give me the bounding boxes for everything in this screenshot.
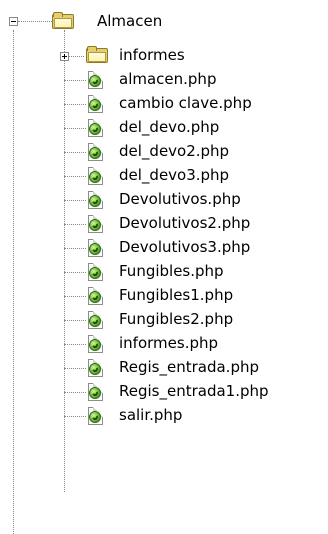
php-file-icon xyxy=(88,287,103,305)
php-file-icon xyxy=(88,311,103,329)
php-file-icon xyxy=(88,239,103,257)
tree-node-label: del_devo.php xyxy=(119,118,220,136)
php-file-icon xyxy=(88,335,103,353)
tree-node-label: Regis_entrada.php xyxy=(119,358,259,376)
tree-node-label: Fungibles2.php xyxy=(119,310,234,328)
tree-node-label: Devolutivos.php xyxy=(119,190,241,208)
php-file-icon xyxy=(88,95,103,113)
tree-node-label: cambio clave.php xyxy=(119,94,252,112)
tree-node-label: Fungibles.php xyxy=(119,262,224,280)
tree-line xyxy=(64,176,86,177)
tree-node-label: Devolutivos3.php xyxy=(119,238,251,256)
tree-line xyxy=(64,200,86,201)
tree-node-label: Devolutivos2.php xyxy=(119,214,251,232)
file-tree: Almacen informes almacen.php cambio clave.… xyxy=(0,0,328,534)
tree-node-label: informes xyxy=(119,46,185,64)
tree-line xyxy=(64,416,86,417)
php-file-icon xyxy=(88,263,103,281)
tree-line xyxy=(18,21,52,22)
tree-line xyxy=(64,344,86,345)
folder-icon xyxy=(86,46,108,64)
tree-line xyxy=(64,392,86,393)
tree-line xyxy=(64,30,65,492)
tree-node-label: almacen.php xyxy=(119,70,217,88)
tree-line xyxy=(64,320,86,321)
collapse-toggle[interactable] xyxy=(9,17,18,26)
tree-line xyxy=(64,128,86,129)
php-file-icon xyxy=(88,167,103,185)
php-file-icon xyxy=(88,215,103,233)
tree-line xyxy=(64,368,86,369)
tree-node-label: Fungibles1.php xyxy=(119,286,234,304)
tree-line xyxy=(64,224,86,225)
tree-line xyxy=(64,272,86,273)
php-file-icon xyxy=(88,191,103,209)
php-file-icon xyxy=(88,407,103,425)
php-file-icon xyxy=(88,143,103,161)
tree-node-label: Almacen xyxy=(97,12,163,30)
open-folder-icon xyxy=(52,12,74,30)
tree-line xyxy=(64,80,86,81)
tree-line xyxy=(64,104,86,105)
tree-line xyxy=(64,248,86,249)
tree-line xyxy=(64,296,86,297)
tree-line xyxy=(64,152,86,153)
tree-line xyxy=(13,30,14,534)
php-file-icon xyxy=(88,71,103,89)
tree-node-label: salir.php xyxy=(119,406,183,424)
tree-node-label: del_devo3.php xyxy=(119,166,230,184)
php-file-icon xyxy=(88,383,103,401)
tree-node-label: informes.php xyxy=(119,334,219,352)
php-file-icon xyxy=(88,359,103,377)
expand-toggle[interactable] xyxy=(60,52,69,61)
tree-node-label: Regis_entrada1.php xyxy=(119,382,269,400)
tree-node-label: del_devo2.php xyxy=(119,142,230,160)
php-file-icon xyxy=(88,119,103,137)
